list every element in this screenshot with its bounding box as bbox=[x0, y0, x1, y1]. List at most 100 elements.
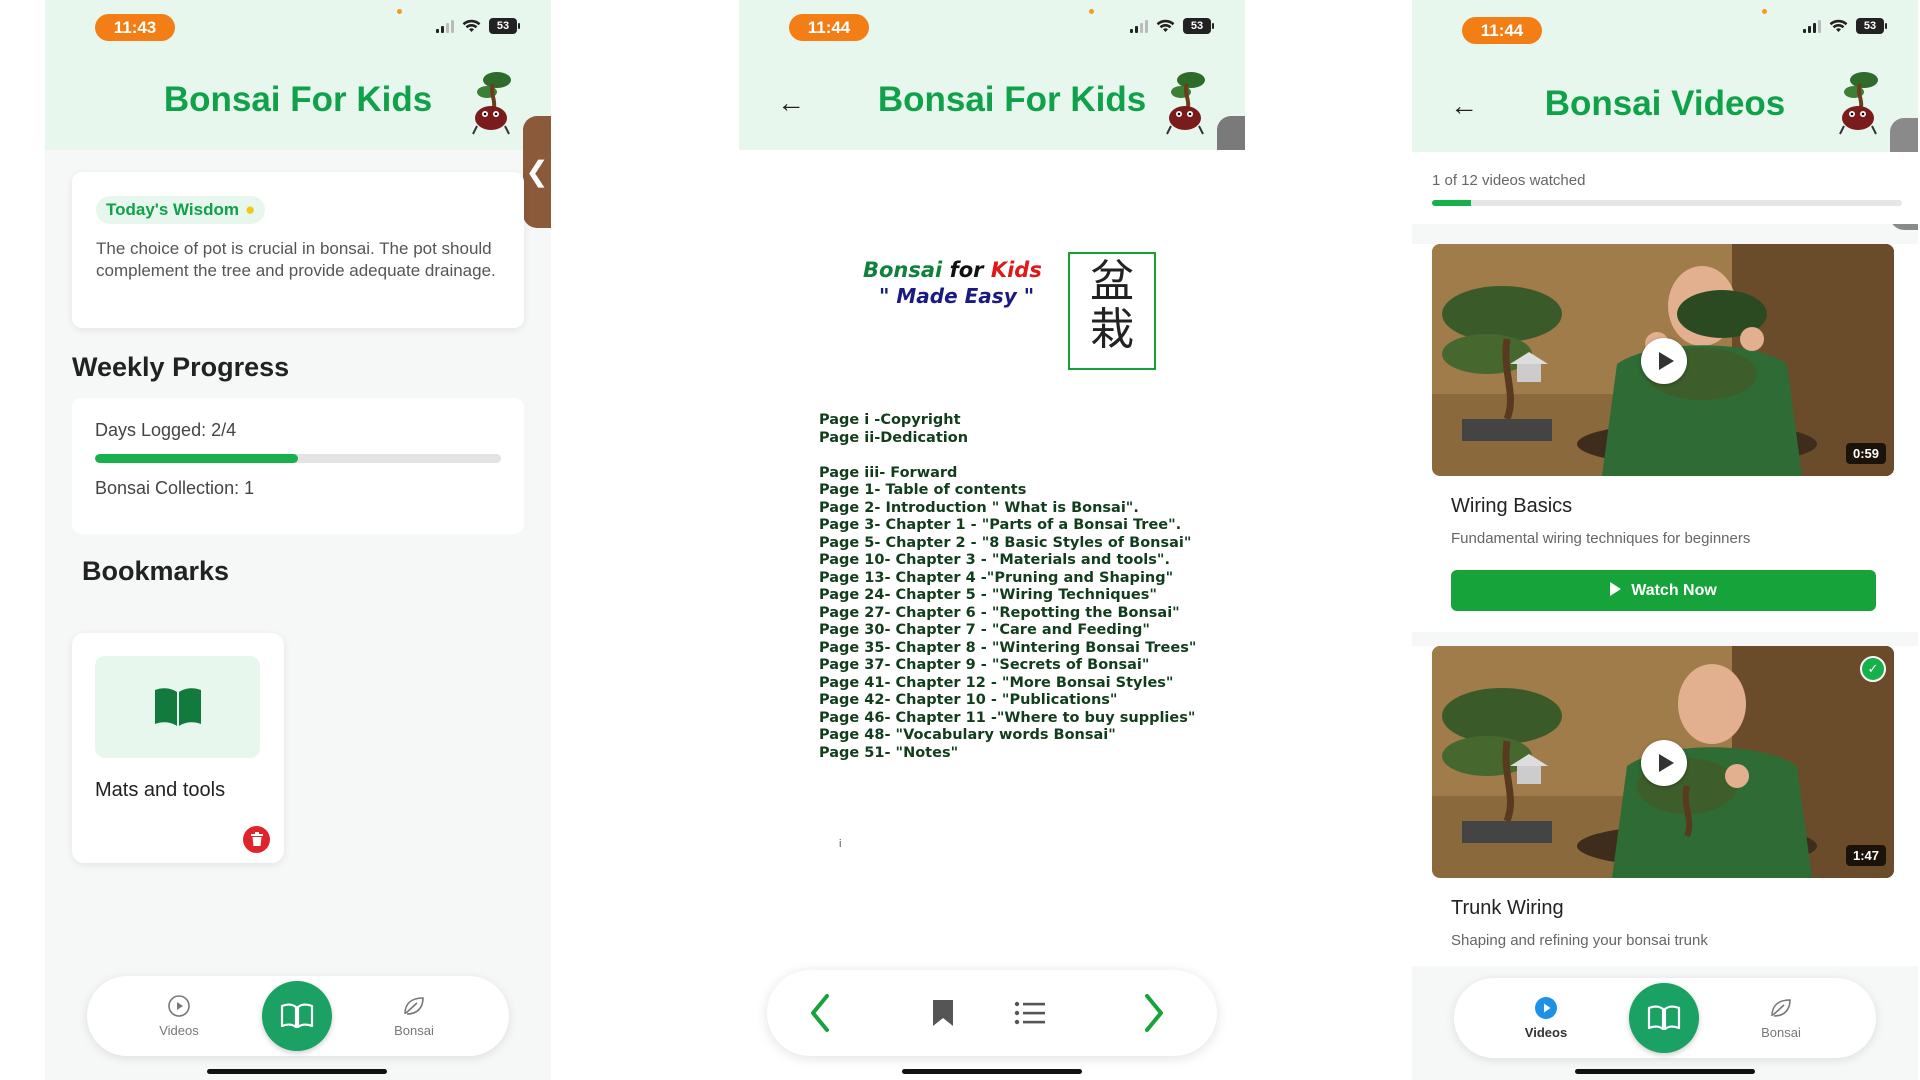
privacy-indicator-dot bbox=[397, 9, 402, 14]
watched-check-icon: ✓ bbox=[1860, 656, 1886, 682]
toc-row[interactable]: Page 42- Chapter 10 - "Publications" bbox=[819, 692, 1196, 710]
wifi-icon bbox=[1156, 19, 1175, 32]
toc-row[interactable]: Page 48- "Vocabulary words Bonsai" bbox=[819, 727, 1196, 745]
cellular-signal-icon bbox=[436, 19, 454, 33]
toc-spacer bbox=[819, 447, 1196, 465]
videos-watched-progress-fill bbox=[1432, 200, 1472, 206]
bonsai-mascot-logo bbox=[1839, 72, 1878, 135]
drawer-toggle-tab[interactable]: ❮ bbox=[523, 116, 551, 228]
videos-screen: 11:44 53 ← Bonsai Videos ❮ 1 of 12 video… bbox=[1412, 0, 1918, 1080]
status-time: 11:44 bbox=[1462, 17, 1542, 44]
book-page: Bonsai for Kids " Made Easy " 盆 栽 Page i… bbox=[739, 150, 1245, 950]
nav-bonsai[interactable]: Bonsai bbox=[1741, 996, 1821, 1040]
video-duration: 1:47 bbox=[1845, 845, 1886, 866]
video-title: Trunk Wiring bbox=[1451, 897, 1564, 919]
toc-row[interactable]: Page 46- Chapter 11 -"Where to buy suppl… bbox=[819, 710, 1196, 728]
book-icon bbox=[280, 1003, 314, 1029]
nav-book-button[interactable] bbox=[1629, 983, 1699, 1053]
nav-videos[interactable]: Videos bbox=[139, 994, 219, 1038]
home-indicator bbox=[902, 1069, 1082, 1074]
video-duration: 0:59 bbox=[1845, 443, 1886, 464]
page-number: i bbox=[839, 838, 842, 850]
nav-bonsai-label: Bonsai bbox=[394, 1023, 434, 1038]
videos-watched-progress-bar bbox=[1432, 200, 1902, 206]
toc-row[interactable]: Page 2- Introduction " What is Bonsai". bbox=[819, 500, 1196, 518]
video-description: Fundamental wiring techniques for beginn… bbox=[1451, 530, 1751, 547]
play-button[interactable] bbox=[1641, 740, 1687, 786]
home-screen: 11:43 53 Bonsai For Kids ❮ Today's Wisdo… bbox=[45, 0, 551, 1080]
book-title: Bonsai for Kids bbox=[863, 258, 1042, 282]
play-button[interactable] bbox=[1641, 338, 1687, 384]
bookmarks-title: Bookmarks bbox=[82, 556, 230, 586]
wisdom-badge-label: Today's Wisdom bbox=[106, 200, 239, 219]
toc-row[interactable]: Page 3- Chapter 1 - "Parts of a Bonsai T… bbox=[819, 517, 1196, 535]
kanji-char: 盆 bbox=[1090, 256, 1134, 307]
home-indicator bbox=[1575, 1069, 1755, 1074]
toc-row[interactable]: Page i -Copyright bbox=[819, 412, 1196, 430]
toc-row[interactable]: Page 35- Chapter 8 - "Wintering Bonsai T… bbox=[819, 640, 1196, 658]
play-circle-icon bbox=[168, 995, 190, 1017]
toc-row[interactable]: Page 13- Chapter 4 -"Pruning and Shaping… bbox=[819, 570, 1196, 588]
video-card: 1:47 ✓ Trunk Wiring Shaping and refining… bbox=[1412, 646, 1918, 966]
weekly-progress-title: Weekly Progress bbox=[72, 352, 290, 382]
nav-bonsai-label: Bonsai bbox=[1761, 1025, 1801, 1040]
reader-toolbar bbox=[767, 970, 1217, 1056]
wisdom-text: The choice of pot is crucial in bonsai. … bbox=[96, 239, 496, 280]
bonsai-kanji-box: 盆 栽 bbox=[1068, 252, 1156, 370]
toc-row[interactable]: Page 5- Chapter 2 - "8 Basic Styles of B… bbox=[819, 535, 1196, 553]
toc-row[interactable]: Page 30- Chapter 7 - "Care and Feeding" bbox=[819, 622, 1196, 640]
days-logged-progress-fill bbox=[95, 454, 298, 463]
lightbulb-icon: ● bbox=[244, 200, 256, 219]
toc-row[interactable]: Page 1- Table of contents bbox=[819, 482, 1196, 500]
book-title-word-3: Kids bbox=[990, 258, 1042, 282]
nav-videos[interactable]: Videos bbox=[1506, 996, 1586, 1040]
privacy-indicator-dot bbox=[1089, 9, 1094, 14]
days-logged-progress-bar bbox=[95, 454, 501, 463]
toc-row[interactable]: Page ii-Dedication bbox=[819, 430, 1196, 448]
status-time: 11:43 bbox=[95, 14, 175, 41]
toc-row[interactable]: Page 27- Chapter 6 - "Repotting the Bons… bbox=[819, 605, 1196, 623]
list-icon[interactable] bbox=[1014, 1000, 1046, 1026]
bonsai-collection-label: Bonsai Collection: 1 bbox=[95, 478, 255, 498]
toc-row[interactable]: Page 24- Chapter 5 - "Wiring Techniques" bbox=[819, 587, 1196, 605]
app-header: 11:44 53 ← Bonsai For Kids bbox=[739, 0, 1245, 150]
status-icons: 53 bbox=[1803, 18, 1887, 34]
delete-bookmark-button[interactable] bbox=[243, 826, 270, 853]
bookmark-thumbnail bbox=[95, 656, 260, 758]
toc-row[interactable]: Page iii- Forward bbox=[819, 465, 1196, 483]
nav-bonsai[interactable]: Bonsai bbox=[374, 994, 454, 1038]
bookmark-icon[interactable] bbox=[930, 998, 956, 1028]
nav-videos-label: Videos bbox=[159, 1023, 199, 1038]
wifi-icon bbox=[462, 19, 481, 32]
toc-row[interactable]: Page 37- Chapter 9 - "Secrets of Bonsai" bbox=[819, 657, 1196, 675]
battery-icon: 53 bbox=[1183, 18, 1214, 34]
book-subtitle: " Made Easy " bbox=[879, 284, 1035, 308]
bookmark-label: Mats and tools bbox=[95, 779, 226, 801]
video-thumbnail[interactable]: 1:47 ✓ bbox=[1432, 646, 1894, 878]
videos-watched-label: 1 of 12 videos watched bbox=[1432, 172, 1586, 189]
toc-row[interactable]: Page 41- Chapter 12 - "More Bonsai Style… bbox=[819, 675, 1196, 693]
status-icons: 53 bbox=[1130, 18, 1214, 34]
bonsai-mascot-logo bbox=[472, 72, 511, 135]
kanji-char: 栽 bbox=[1090, 304, 1134, 355]
watch-now-button[interactable]: Watch Now bbox=[1451, 570, 1876, 611]
previous-page-button[interactable] bbox=[805, 990, 835, 1036]
next-page-button[interactable] bbox=[1139, 990, 1169, 1036]
open-book-icon bbox=[155, 688, 201, 726]
nav-book-button[interactable] bbox=[262, 981, 332, 1051]
app-header: 11:43 53 Bonsai For Kids bbox=[45, 0, 551, 150]
cellular-signal-icon bbox=[1130, 19, 1148, 33]
bookmark-card[interactable]: Mats and tools bbox=[72, 633, 284, 863]
trash-icon bbox=[250, 832, 263, 846]
toc-row[interactable]: Page 10- Chapter 3 - "Materials and tool… bbox=[819, 552, 1196, 570]
toc-row[interactable]: Page 51- "Notes" bbox=[819, 745, 1196, 763]
video-thumbnail[interactable]: 0:59 bbox=[1432, 244, 1894, 476]
watched-progress-section: 1 of 12 videos watched bbox=[1412, 152, 1918, 224]
book-title-word-2: for bbox=[942, 258, 991, 282]
bottom-nav: Videos Bonsai bbox=[1454, 978, 1876, 1058]
battery-icon: 53 bbox=[1856, 18, 1887, 34]
wifi-icon bbox=[1829, 19, 1848, 32]
book-icon bbox=[1647, 1005, 1681, 1031]
bonsai-mascot-logo bbox=[1166, 72, 1205, 135]
book-reader-screen: 11:44 53 ← Bonsai For Kids ❮ Bonsai for … bbox=[739, 0, 1245, 1080]
